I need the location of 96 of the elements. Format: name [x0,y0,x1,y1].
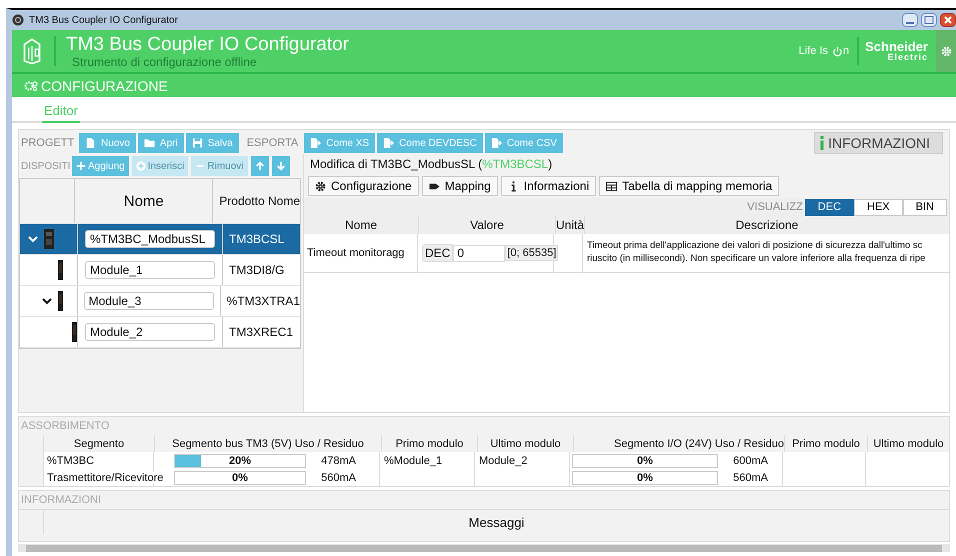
description-text: riuscito (in millisecondi). Non specificare un valore inferiore alla frequenza di ripe [587,253,926,266]
panel-title: ASSORBIMENTO [20,419,110,434]
editor-subtab[interactable]: Configurazione [308,176,419,196]
usage-percent: 0% [637,454,653,466]
info-icon [819,136,826,150]
parameter-name: Timeout monitoragg [307,247,404,259]
tree-row[interactable]: Module_3 %TM3XTRA1 [20,286,300,317]
minimize-icon[interactable] [902,13,918,27]
usage-percent: 0% [232,472,248,484]
save-icon [192,137,203,149]
arrow-down-icon [276,161,286,171]
column-header: Ultimo modulo [490,438,561,450]
close-icon[interactable] [940,13,956,27]
column-header: Valore [470,218,504,232]
maximize-icon[interactable] [921,13,937,27]
chevron-down-icon[interactable] [42,297,52,305]
move-down-button[interactable] [272,156,290,176]
view-mode-toggle[interactable]: HEX [854,198,903,216]
toolbar-label: DISPOSITI [20,160,69,172]
current-value: 560mA [732,472,768,484]
editor-subtab[interactable]: Informazioni [500,176,596,196]
panel-title: INFORMAZIONI [20,493,102,508]
column-header: Segmento [74,438,124,450]
tree-row[interactable]: %TM3BC_ModbusSL TM3BCSL [20,224,300,255]
tree-row[interactable]: Module_1 TM3DI8/G [20,255,300,286]
tagline-text: Life Is [798,45,828,57]
column-header: Nome [344,218,377,232]
coupler-device-icon [44,228,54,250]
tree-row[interactable]: Module_2 TM3XREC1 [20,317,300,348]
settings-icon [315,180,326,192]
module-device-icon [58,290,63,312]
column-header: Unità [556,218,584,232]
app-subtitle: Strumento di configurazione offline [72,56,258,68]
power-icon [832,46,844,56]
value-field[interactable]: 0 [453,244,506,262]
usage-percent: 0% [637,472,653,484]
column-header: Primo modulo [396,438,464,450]
module-device-icon [72,321,77,343]
module-name: %Module_1 [384,454,442,466]
name-field[interactable]: Module_2 [85,323,215,341]
column-header: Ultimo modulo [873,438,944,450]
column-header: Nome [124,192,164,210]
segment-name: %TM3BC [47,454,94,466]
export-icon [490,137,502,149]
info-button[interactable]: INFORMAZIONI [814,132,943,154]
toolbar-label: PROGETT [20,137,76,149]
move-up-button[interactable] [250,156,269,176]
view-mode-toggle[interactable]: DEC [804,198,854,216]
module-name: Module_2 [479,454,528,466]
product-name: TM3DI8/G [229,263,284,277]
column-header: Prodotto Nome [219,194,300,208]
horizontal-scrollbar[interactable] [18,544,950,552]
section-title: CONFIGURAZIONE [41,78,168,94]
segment-name: Trasmettitore/Ricevitore [47,472,164,484]
column-header: Descrizione [736,218,798,232]
gears-icon [24,80,38,90]
current-value: 560mA [320,472,356,484]
plus-icon [76,161,86,171]
editor-subtab[interactable]: Mapping [422,176,498,196]
brand-name: Schneider [865,40,928,53]
product-name: %TM3XTRA1 [226,294,300,308]
column-header: Messaggi [468,514,524,530]
name-field[interactable]: %TM3BC_ModbusSL [85,230,215,248]
folder-icon [144,137,155,149]
tagline-text: n [843,45,850,57]
toolbar-label: ESPORTA [246,137,298,149]
window-title: TM3 Bus Coupler IO Configurator [29,14,178,26]
editor-subtab[interactable]: Tabella di mapping memoria [599,176,780,196]
column-header: Primo modulo [792,438,860,450]
table-icon [606,180,618,192]
format-label: DEC [422,244,454,262]
name-field[interactable]: Module_3 [84,292,214,310]
current-value: 600mA [732,454,768,466]
product-name: TM3XREC1 [229,325,294,339]
column-header: Segmento bus TM3 (5V) Uso / Residuo [172,438,364,450]
product-name: TM3BCSL [229,232,284,246]
view-label: VISUALIZZ [747,201,803,213]
settings-icon [940,46,952,56]
description-text: Timeout prima dell'applicazione dei valori di posizione di sicurezza dall'ultimo sc [587,240,922,253]
plus-circle-icon [136,161,146,171]
column-header: Segmento I/O (24V) Uso / Residuo [614,438,784,450]
usage-percent: 20% [228,454,252,466]
brand-subname: Electric [887,53,928,62]
module-device-icon [58,259,63,281]
current-value: 478mA [320,454,356,466]
app-icon [12,14,24,26]
export-icon [310,137,322,149]
name-field[interactable]: Module_1 [85,261,215,279]
logo-icon [22,37,42,65]
file-icon [85,137,96,149]
export-icon [383,137,394,149]
arrow-up-icon [254,161,265,171]
app-title: TM3 Bus Coupler IO Configurator [66,34,350,54]
view-mode-toggle[interactable]: BIN [902,198,947,216]
range-label: [0; 65535] [505,245,558,261]
editor-heading: Modifica di TM3BC_ModbusSL (%TM3BCSL) [310,157,552,171]
